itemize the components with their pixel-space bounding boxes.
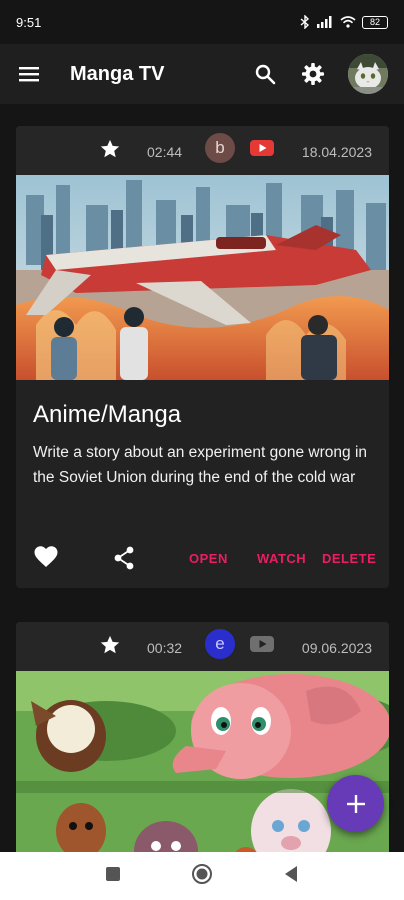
avatar[interactable] (348, 54, 388, 94)
card-thumbnail[interactable] (16, 671, 389, 876)
card-header: 00:32 e 09.06.2023 (16, 622, 389, 672)
status-time: 9:51 (16, 14, 42, 30)
battery-icon: 82 (362, 15, 388, 29)
system-nav-bar (0, 852, 404, 900)
status-bar: 9:51 82 (0, 0, 404, 44)
watch-button[interactable]: WATCH (257, 551, 306, 566)
source-badge: b (205, 133, 235, 163)
back-button[interactable] (283, 865, 299, 888)
app-actions (252, 54, 388, 94)
star-icon[interactable] (99, 634, 121, 661)
open-button[interactable]: OPEN (189, 551, 228, 566)
app-bar: Manga TV (0, 44, 404, 104)
bluetooth-icon (300, 15, 310, 29)
share-icon[interactable] (113, 546, 135, 575)
wifi-icon (340, 16, 356, 28)
signal-icon (317, 16, 332, 28)
settings-icon[interactable] (300, 61, 326, 87)
video-date: 18.04.2023 (301, 144, 372, 160)
video-duration: 00:32 (147, 640, 183, 656)
card-description: Write a story about an experiment gone w… (33, 444, 368, 486)
plus-icon (346, 794, 365, 813)
home-button[interactable] (191, 863, 213, 890)
add-button[interactable] (327, 775, 384, 832)
screen: 9:51 82 Manga TV 02:44 b 18.04.2023 Anim… (0, 0, 404, 900)
search-icon[interactable] (252, 61, 278, 87)
source-badge: e (205, 629, 235, 659)
delete-button[interactable]: DELETE (322, 551, 376, 566)
app-title: Manga TV (70, 62, 165, 85)
heart-icon[interactable] (34, 546, 58, 573)
recents-button[interactable] (105, 866, 121, 887)
video-card[interactable]: 02:44 b 18.04.2023 Anime/Manga Write a s… (16, 126, 389, 588)
video-icon[interactable] (250, 635, 274, 658)
star-icon[interactable] (99, 138, 121, 165)
video-date: 09.06.2023 (301, 640, 372, 656)
card-header: 02:44 b 18.04.2023 (16, 126, 389, 176)
menu-icon[interactable] (16, 61, 42, 87)
video-duration: 02:44 (147, 144, 183, 160)
video-card[interactable]: 00:32 e 09.06.2023 (16, 622, 389, 882)
status-icons: 82 (300, 15, 388, 29)
card-title: Anime/Manga (33, 401, 182, 428)
card-actions: OPEN WATCH DELETE (16, 542, 389, 578)
youtube-icon[interactable] (250, 139, 274, 162)
card-thumbnail[interactable] (16, 175, 389, 380)
